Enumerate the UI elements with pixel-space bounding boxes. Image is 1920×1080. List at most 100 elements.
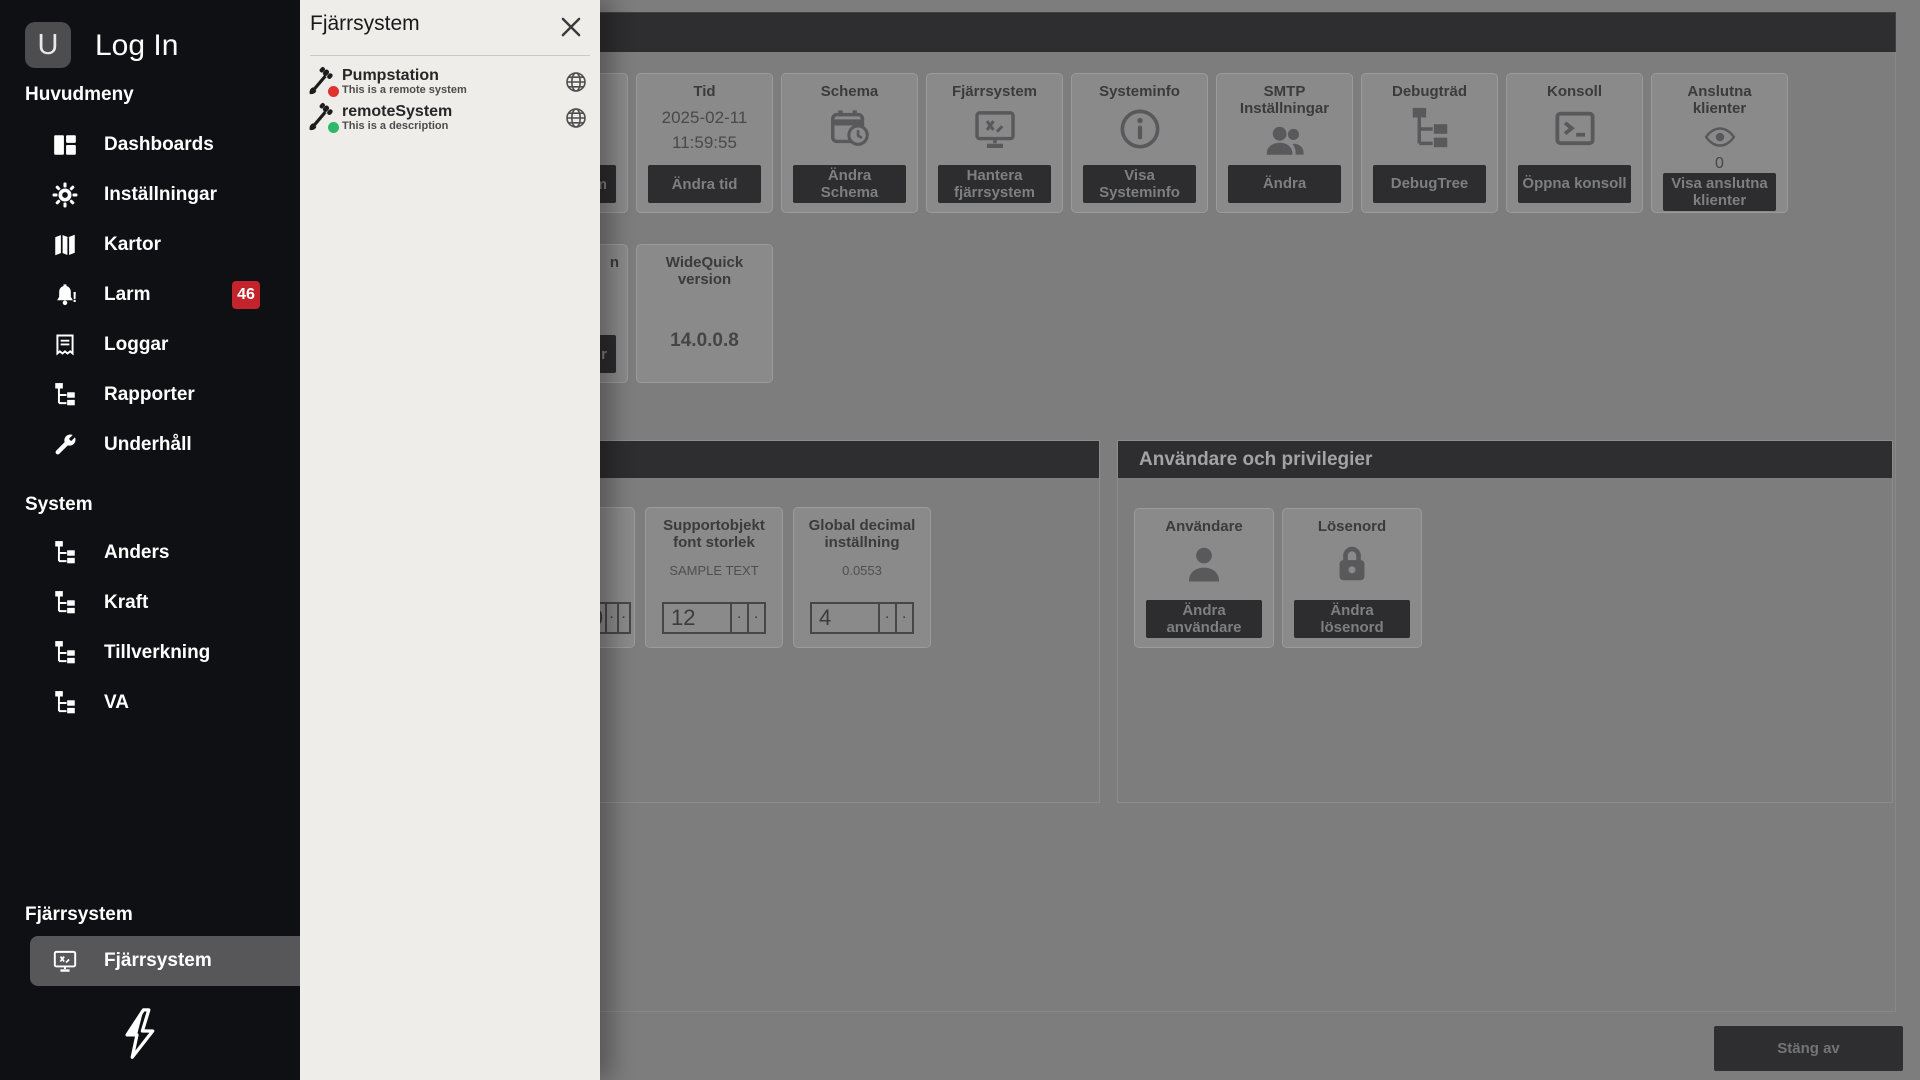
tid-button[interactable]: Ändra tid [648,165,761,203]
spinner-down-button[interactable]: · [617,604,629,632]
receipt-icon [52,332,78,358]
login-label[interactable]: Log In [95,29,178,63]
lightning-icon [114,1006,166,1062]
card-fjarrsystem: Fjärrsystem Hantera fjärrsystem [926,73,1063,213]
main-header-bar [497,12,1896,52]
card-title-line: Fjärrsystem [952,83,1037,100]
tree-icon [52,690,78,716]
card-title-line: Systeminfo [1099,83,1180,100]
sidebar-item-tillverkning[interactable]: Tillverkning [0,628,300,678]
card-title-line: WideQuick [666,254,743,271]
sidebar-item-underh-ll[interactable]: Underhåll [0,420,300,470]
remote-desktop-icon [972,106,1018,152]
sidebar-item-kraft[interactable]: Kraft [0,578,300,628]
anslutna-klienter-button[interactable]: Visa anslutna klienter [1663,173,1776,211]
version-value: 14.0.0.8 [670,330,739,352]
card-konsoll: Konsoll Öppna konsoll [1506,73,1643,213]
konsoll-button[interactable]: Öppna konsoll [1518,165,1631,203]
sidebar-item-larm[interactable]: ! Larm 46 [0,270,300,320]
card-title-line: Debugträd [1392,83,1467,100]
remote-systems-list: PumpstationThis is a remote systemremote… [300,64,600,136]
global-decimal-spinner[interactable]: 4·· [810,602,914,634]
spinner-up-button[interactable]: · [605,604,617,632]
fjarrsystem-button[interactable]: Hantera fjärrsystem [938,165,1051,203]
fjarrsystem-panel: Fjärrsystem PumpstationThis is a remote … [300,0,600,1080]
card-title-line: version [666,271,743,288]
panel-title: Fjärrsystem [310,12,420,36]
card-title: WideQuickversion [666,254,743,288]
sidebar-section-list: Dashboards Inställningar Kartor! Larm 46 Logg… [0,120,300,470]
lock-icon [1329,541,1375,587]
sample-value: 0.0553 [842,563,882,578]
card-title-line: Inställningar [1240,100,1329,117]
sidebar-item-va[interactable]: VA [0,678,300,728]
card-anslutna-klienter: Anslutnaklienter0Visa anslutna klienter [1651,73,1788,213]
debugtrad-button[interactable]: DebugTree [1373,165,1486,203]
eye-icon [1697,121,1743,153]
wrench-icon [52,432,78,458]
user-cards-row: AnvändareÄndra användareLösenordÄndra lö… [1134,508,1422,648]
sidebar-item-dashboards[interactable]: Dashboards [0,120,300,170]
sidebar-item-fj-rrsystem[interactable]: Fjärrsystem [30,936,300,986]
spinner-up-button[interactable]: · [878,604,895,632]
info-icon [1117,106,1163,152]
connected-clients-count: 0 [1715,155,1724,173]
sidebar-item-label: Inställningar [104,184,217,206]
remote-system-name: Pumpstation [342,67,467,84]
card-title-line: Supportobjekt [663,517,765,534]
card-title-line: Användare [1165,518,1243,535]
app-root: mTid2025-02-1111:59:55Ändra tidSchemaÄnd… [0,0,1920,1080]
card-title: Användare [1165,518,1243,535]
sidebar-item-label: Larm [104,284,150,306]
close-icon [558,14,584,40]
remote-system-item-remotesystem[interactable]: remoteSystemThis is a description [300,100,600,136]
card-title-line: Tid [693,83,715,100]
spinner-down-button[interactable]: · [895,604,912,632]
status-dot [328,86,339,97]
card-title-line: Anslutna [1687,83,1751,100]
globe-icon[interactable] [564,70,588,94]
remote-system-icon [306,102,338,134]
remote-system-item-pumpstation[interactable]: PumpstationThis is a remote system [300,64,600,100]
supportobjekt-font-spinner[interactable]: 12·· [662,602,766,634]
remote-system-icon [306,66,338,98]
schema-button[interactable]: Ändra Schema [793,165,906,203]
sidebar: U Log In HuvudmenyDashboardsInställninga… [0,0,300,1080]
grid-icon [52,132,78,158]
alarm-count-badge: 46 [232,281,260,309]
card-title: Global decimalinställning [809,517,916,551]
card-tid: Tid2025-02-1111:59:55Ändra tid [636,73,773,213]
user-logo-button[interactable]: U [25,22,71,68]
people-icon [1262,118,1308,164]
shutdown-button[interactable]: Stäng av [1714,1026,1903,1071]
users-section-header: Användare och privilegier [1118,441,1892,478]
smtp-installningar-button[interactable]: Ändra [1228,165,1341,203]
sidebar-item-kartor[interactable]: Kartor [0,220,300,270]
sidebar-item-label: Rapporter [104,384,195,406]
spinner-down-button[interactable]: · [747,604,764,632]
card-title-line: Konsoll [1547,83,1602,100]
anvandare-button[interactable]: Ändra användare [1146,600,1262,638]
sidebar-item-loggar[interactable]: Loggar [0,320,300,370]
sidebar-item-anders[interactable]: Anders [0,528,300,578]
sidebar-section-list: AndersKraft Tillverkning VA [0,528,300,728]
sidebar-item-rapporter[interactable]: Rapporter [0,370,300,420]
card-smtp-installningar: SMTPInställningar Ändra [1216,73,1353,213]
sidebar-item-label: VA [104,692,129,714]
sidebar-item-inst-llningar[interactable]: Inställningar [0,170,300,220]
card-title-line: SMTP [1240,83,1329,100]
spinner-value: 4 [812,604,878,632]
globe-icon[interactable] [564,106,588,130]
sidebar-section-title-fj-rrsystem: Fjärrsystem [25,904,133,926]
tree-icon [52,640,78,666]
remote-system-text: remoteSystemThis is a description [342,103,452,133]
close-button[interactable] [554,10,588,44]
card-title-line: Global decimal [809,517,916,534]
losenord-button[interactable]: Ändra lösenord [1294,600,1410,638]
spinner-up-button[interactable]: · [730,604,747,632]
tree-icon [52,540,78,566]
bell-icon: ! [52,282,78,308]
status-dot [328,122,339,133]
sidebar-item-label: Tillverkning [104,642,210,664]
systeminfo-button[interactable]: Visa Systeminfo [1083,165,1196,203]
